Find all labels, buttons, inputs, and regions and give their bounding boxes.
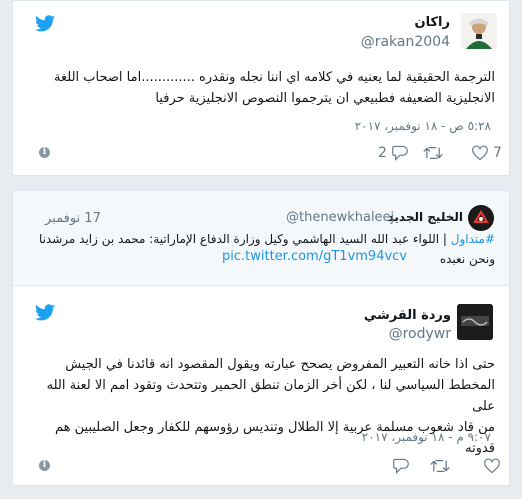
tweet-date[interactable]: ٥:٢٨ ص - ١٨ نوفمبر، ٢٠١٧ xyxy=(355,119,491,133)
heart-icon xyxy=(484,458,500,474)
reply-count: 2 xyxy=(378,145,387,161)
quoted-author-name[interactable]: الخليج الجديد xyxy=(387,210,463,224)
quoted-author-handle[interactable]: @thenewkhaleej xyxy=(286,210,394,225)
retweet-button[interactable] xyxy=(423,145,447,161)
retweet-icon xyxy=(423,147,443,159)
author-name[interactable]: وردة القرشي xyxy=(364,308,451,323)
like-button[interactable]: 7 xyxy=(471,145,502,161)
avatar[interactable] xyxy=(461,13,497,49)
reply-button[interactable] xyxy=(388,458,410,474)
twitter-bird-icon[interactable] xyxy=(35,15,55,32)
twitter-bird-icon[interactable] xyxy=(35,304,55,321)
retweet-button[interactable] xyxy=(430,458,454,474)
tweet-text-line-2: الانجليزية الضعيفه فطبيعي ان يترجموا الن… xyxy=(155,91,495,106)
quoted-date[interactable]: 17 نوفمبر xyxy=(45,211,101,226)
reply-button[interactable]: 2 xyxy=(378,145,409,161)
tweet-text-line-2: المخطط السياسي لنا ، لكن أخر الزمان تنطق… xyxy=(46,378,495,414)
author-name[interactable]: راكان xyxy=(415,15,450,30)
info-icon[interactable]: i xyxy=(39,147,50,158)
tweet-text-line-1: حتى اذا خانه التعبير المفروض يصحح عبارته… xyxy=(65,357,495,372)
tweet-date[interactable]: ٩:٠٧ م - ١٨ نوفمبر، ٢٠١٧ xyxy=(362,430,491,444)
retweet-icon xyxy=(430,460,450,472)
author-handle[interactable]: @rakan2004 xyxy=(361,34,450,50)
tweet-card-1: راكان @rakan2004 الترجمة الحقيقية لما يع… xyxy=(12,0,510,176)
heart-icon xyxy=(472,145,488,161)
reply-icon xyxy=(393,458,409,474)
pic-link[interactable]: pic.twitter.com/gT1vm94vcv xyxy=(222,249,407,264)
quoted-text-line-1: #متداول | اللواء عبد الله السيد الهاشمي … xyxy=(38,232,495,246)
info-icon[interactable]: i xyxy=(39,460,50,471)
tweet-text-line-1: الترجمة الحقيقية لما يعنيه في كلامه اي ا… xyxy=(54,70,495,85)
quoted-tweet[interactable]: الخليج الجديد @thenewkhaleej 17 نوفمبر #… xyxy=(12,190,510,286)
avatar[interactable] xyxy=(468,205,494,231)
like-button[interactable] xyxy=(483,458,505,474)
avatar[interactable] xyxy=(457,304,493,340)
tweet-text: الترجمة الحقيقية لما يعنيه في كلامه اي ا… xyxy=(25,67,495,109)
author-handle[interactable]: @rodywr xyxy=(389,326,451,342)
hashtag-link[interactable]: #متداول xyxy=(451,232,495,246)
like-count: 7 xyxy=(493,145,502,161)
reply-icon xyxy=(392,145,408,161)
tweet-card-2: وردة القرشي @rodywr حتى اذا خانه التعبير… xyxy=(12,286,510,486)
